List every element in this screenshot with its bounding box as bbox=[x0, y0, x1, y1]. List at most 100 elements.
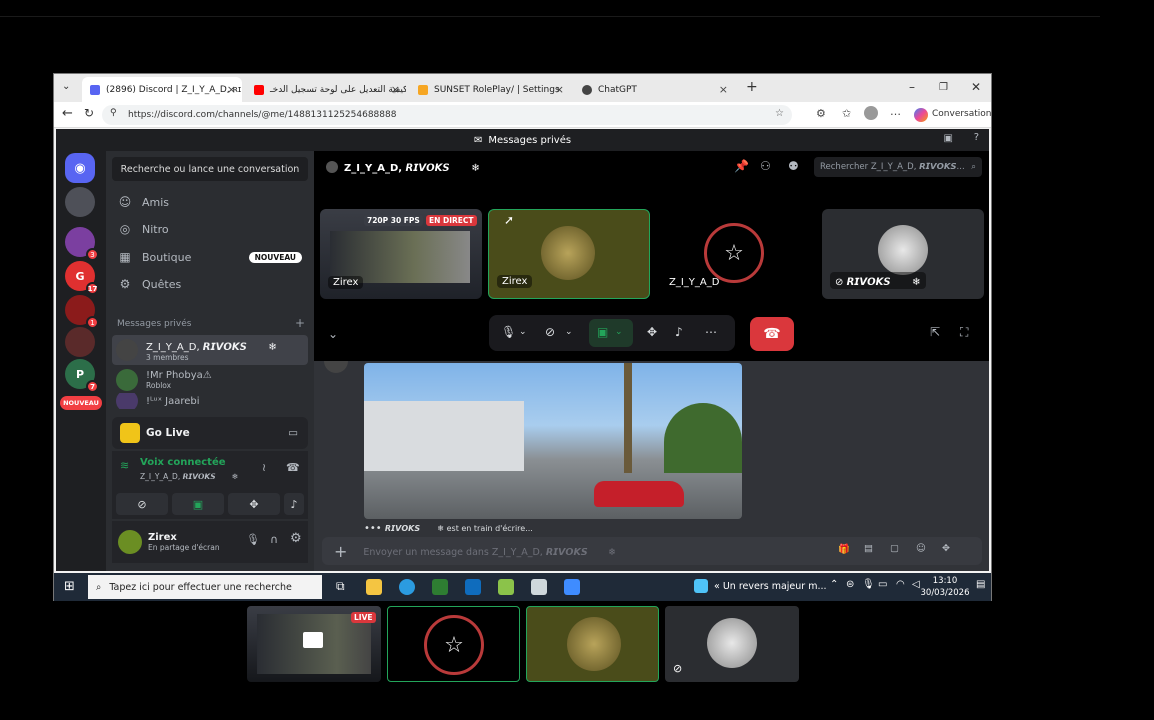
task-view-icon[interactable]: ⧉ bbox=[336, 579, 345, 594]
tab-discord[interactable]: (2896) Discord | Z_I_Y_A_D, ʀɪ × bbox=[82, 77, 242, 102]
inbox-icon[interactable]: ▣ bbox=[944, 133, 953, 144]
collapse-chevron-icon[interactable]: ⌄ bbox=[328, 327, 338, 341]
popout-icon[interactable]: ⇱ bbox=[930, 325, 940, 339]
end-call-button[interactable]: ☎ bbox=[750, 317, 794, 351]
soundboard-button[interactable]: ♪ bbox=[284, 493, 304, 515]
noise-suppression-icon[interactable]: ≀ bbox=[262, 461, 266, 474]
find-conversation-button[interactable]: Recherche ou lance une conversation bbox=[112, 157, 308, 181]
emoji-icon[interactable]: ☺ bbox=[916, 543, 926, 554]
create-dm-icon[interactable]: + bbox=[295, 317, 305, 329]
upload-plus-icon[interactable]: + bbox=[334, 542, 347, 561]
news-headline[interactable]: « Un revers majeur m... bbox=[714, 581, 827, 592]
apps-icon[interactable]: ✥ bbox=[942, 543, 950, 554]
microphone-icon[interactable]: 🎙 bbox=[246, 533, 260, 546]
store-icon[interactable] bbox=[432, 579, 448, 595]
tray-chevron-icon[interactable]: ⌃ bbox=[830, 579, 838, 590]
site-info-icon[interactable]: ⚲ bbox=[110, 108, 117, 118]
tab-chatgpt[interactable]: ChatGPT × bbox=[574, 77, 734, 102]
share-screen-button[interactable]: ▣ bbox=[172, 493, 224, 515]
nav-friends[interactable]: ☺ Amis bbox=[112, 189, 308, 215]
close-tab-icon[interactable]: × bbox=[227, 83, 236, 96]
tab-youtube[interactable]: كيفية التعديل على لوحة تسجيل الدخـ × bbox=[246, 77, 406, 102]
microphone-icon[interactable]: 🎙 bbox=[501, 325, 516, 339]
more-options-icon[interactable]: ⋯ bbox=[705, 325, 717, 339]
nav-quests[interactable]: ⚙ Quêtes bbox=[112, 271, 308, 297]
nav-shop[interactable]: ▦ Boutique NOUVEAU bbox=[112, 244, 308, 270]
camera-options-chevron-icon[interactable]: ⌄ bbox=[565, 327, 573, 337]
taskbar-search[interactable]: ⌕ Tapez ici pour effectuer une recherche bbox=[88, 575, 322, 599]
more-menu-icon[interactable]: … bbox=[890, 105, 901, 118]
copilot-icon[interactable] bbox=[914, 108, 928, 122]
conversation-label[interactable]: Conversation bbox=[932, 109, 992, 119]
tab-sunset[interactable]: SUNSET RolePlay/ | Settings × bbox=[410, 77, 570, 102]
reload-icon[interactable]: ↻ bbox=[84, 106, 94, 120]
notepad-icon[interactable] bbox=[531, 579, 547, 595]
close-tab-icon[interactable]: × bbox=[391, 83, 400, 96]
stream-tile[interactable]: 720P 30 FPS EN DIRECT Zirex bbox=[320, 209, 482, 299]
message-input[interactable]: + Envoyer un message dans Z_I_Y_A_D, 𝙍𝙄𝙑… bbox=[322, 537, 982, 565]
add-member-icon[interactable]: ⚇ bbox=[760, 159, 771, 173]
extensions-icon[interactable]: ⚙ bbox=[816, 107, 826, 120]
screen-share-icon[interactable]: ▭ bbox=[288, 427, 298, 439]
back-icon[interactable]: ← bbox=[62, 106, 73, 121]
minimize-icon[interactable]: – bbox=[909, 80, 915, 94]
server-icon[interactable] bbox=[65, 187, 95, 217]
network-icon[interactable]: ⊜ bbox=[846, 579, 854, 590]
server-icon[interactable]: 3 bbox=[65, 227, 99, 261]
mic-options-chevron-icon[interactable]: ⌄ bbox=[519, 327, 527, 337]
start-icon[interactable]: ⊞ bbox=[64, 579, 75, 594]
screen-share-button[interactable] bbox=[589, 319, 633, 347]
volume-icon[interactable]: ◁ bbox=[912, 579, 920, 590]
settings-gear-icon[interactable]: ⚙ bbox=[290, 531, 302, 546]
outlook-icon[interactable] bbox=[465, 579, 481, 595]
activities-button[interactable]: ✥ bbox=[228, 493, 280, 515]
wifi-icon[interactable]: ◠ bbox=[896, 579, 905, 590]
app-icon[interactable] bbox=[564, 579, 580, 595]
close-tab-icon[interactable]: × bbox=[555, 83, 564, 96]
maximize-icon[interactable]: ❐ bbox=[939, 82, 948, 93]
new-tab-icon[interactable]: + bbox=[746, 79, 758, 95]
url-field[interactable]: ⚲ https://discord.com/channels/@me/14881… bbox=[102, 105, 792, 125]
activities-icon[interactable]: ✥ bbox=[647, 325, 657, 339]
server-icon[interactable] bbox=[65, 327, 95, 357]
profile-avatar[interactable] bbox=[864, 106, 878, 120]
display-icon[interactable]: ▭ bbox=[878, 579, 887, 590]
avatar-tile-ziyad[interactable]: ☆ Z_I_Y_A_D bbox=[656, 209, 818, 299]
channel-search-input[interactable]: Rechercher Z_I_Y_A_D, 𝙍𝙄𝙑𝙊𝙆𝙎... ⌕ bbox=[814, 157, 982, 177]
edge-icon[interactable] bbox=[399, 579, 415, 595]
strip-avatar-tile[interactable]: ☆ bbox=[387, 606, 520, 682]
gift-icon[interactable]: 🎁 bbox=[838, 544, 850, 555]
microphone-tray-icon[interactable]: 🎙 bbox=[862, 579, 875, 590]
camera-off-button[interactable]: ⊘ bbox=[116, 493, 168, 515]
clock[interactable]: 13:10 30/03/2026 bbox=[920, 575, 970, 599]
soundboard-icon[interactable]: ♪ bbox=[675, 325, 683, 339]
avatar-tile-rivoks[interactable]: ⊘ 𝙍𝙄𝙑𝙊𝙆𝙎 ㅤㅤ❄ bbox=[822, 209, 984, 299]
dm-item-group[interactable]: Z_I_Y_A_D, 𝙍𝙄𝙑𝙊𝙆𝙎 ㅤㅤ❄ 3 membres bbox=[112, 335, 308, 365]
notifications-icon[interactable]: ▤ bbox=[976, 579, 985, 590]
server-icon[interactable]: 1 bbox=[65, 295, 99, 329]
help-icon[interactable]: ? bbox=[974, 132, 979, 143]
camera-off-icon[interactable]: ⊘ bbox=[545, 325, 555, 339]
server-icon[interactable]: G 17 bbox=[65, 261, 99, 295]
close-tab-icon[interactable]: × bbox=[719, 83, 728, 96]
go-live-panel[interactable]: Go Live ▭ bbox=[112, 417, 308, 449]
close-window-icon[interactable]: ✕ bbox=[971, 80, 981, 94]
favorites-icon[interactable]: ✩ bbox=[842, 107, 851, 120]
gif-icon[interactable]: ▤ bbox=[864, 543, 873, 554]
share-options-chevron-icon[interactable]: ⌄ bbox=[615, 327, 623, 337]
dm-item-phobya[interactable]: !Mr Phobya⚠ Roblox bbox=[112, 365, 308, 395]
strip-stream-tile[interactable]: LIVE bbox=[247, 606, 381, 682]
voice-channel[interactable]: Z_I_Y_A_D, 𝙍𝙄𝙑𝙊𝙆𝙎 ㅤㅤ❄ bbox=[140, 471, 238, 482]
member-list-icon[interactable]: ⚉ bbox=[788, 159, 799, 173]
server-icon[interactable]: P7 bbox=[65, 359, 99, 393]
app-icon[interactable] bbox=[498, 579, 514, 595]
shared-image[interactable] bbox=[364, 363, 742, 519]
tab-list-chevron-icon[interactable]: ⌄ bbox=[62, 81, 70, 92]
news-widget-icon[interactable] bbox=[694, 579, 708, 593]
favorite-star-icon[interactable]: ☆ bbox=[775, 108, 784, 119]
avatar[interactable] bbox=[118, 530, 142, 554]
dm-item-jaarebi[interactable]: !ᴸᵘˣ Jaarebi bbox=[112, 393, 308, 409]
discord-home-icon[interactable]: ◉ bbox=[65, 153, 95, 183]
file-explorer-icon[interactable] bbox=[366, 579, 382, 595]
headset-icon[interactable]: ∩ bbox=[270, 533, 278, 546]
